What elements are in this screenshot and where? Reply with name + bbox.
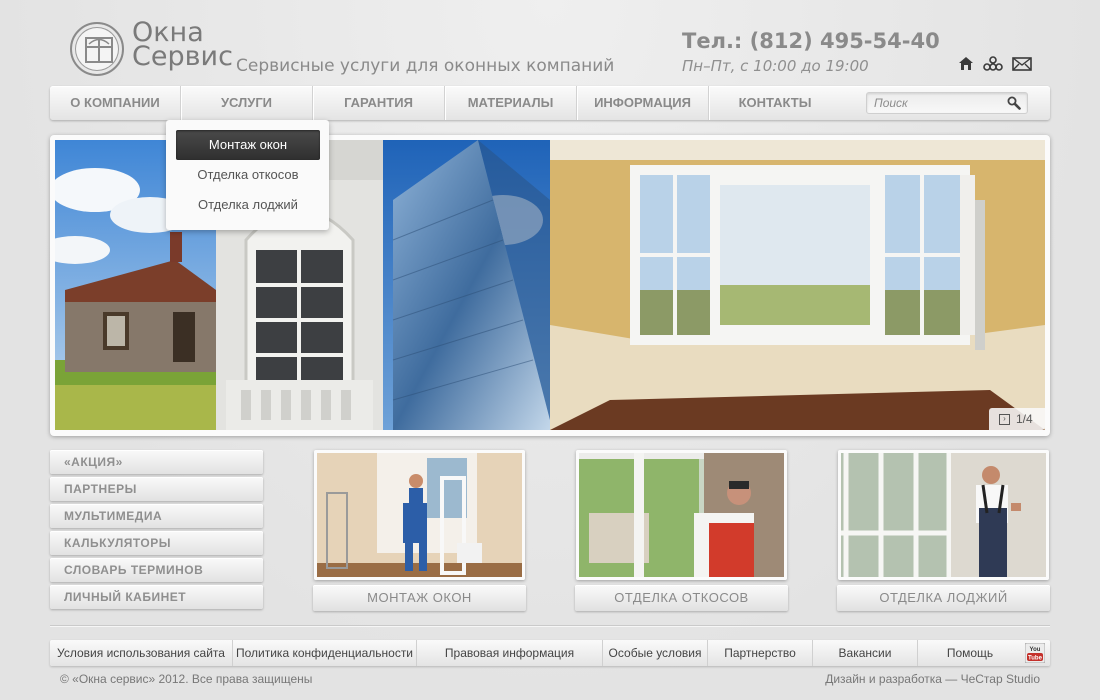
nav-item-contacts[interactable]: Контакты bbox=[709, 86, 841, 120]
working-hours: Пн–Пт, с 10:00 до 19:00 bbox=[682, 57, 869, 75]
slide-image-skyscraper bbox=[383, 140, 550, 430]
svg-text:You: You bbox=[1030, 647, 1041, 653]
developer-credit[interactable]: Дизайн и разработка — ЧеСтар Studio bbox=[825, 672, 1040, 686]
header-icons bbox=[958, 56, 1032, 71]
side-item-glossary[interactable]: Словарь терминов bbox=[50, 558, 263, 582]
dropdown-item-loggia-finishing[interactable]: Отделка лоджий bbox=[176, 190, 320, 220]
footer-link-legal[interactable]: Правовая информация bbox=[417, 640, 603, 666]
slide-image-bay-window-room bbox=[550, 140, 1045, 430]
youtube-icon[interactable]: You Tube bbox=[1024, 642, 1046, 664]
footer-nav: Условия использования сайта Политика кон… bbox=[50, 640, 1050, 666]
main-nav: О компании Услуги Гарантия Материалы Инф… bbox=[50, 86, 1050, 120]
side-item-promo[interactable]: «Акция» bbox=[50, 450, 263, 474]
search-input[interactable] bbox=[867, 93, 997, 113]
side-menu: «Акция» Партнеры Мультимедиа Калькулятор… bbox=[50, 450, 263, 612]
side-item-account[interactable]: Личный кабинет bbox=[50, 585, 263, 609]
home-icon[interactable] bbox=[958, 56, 974, 71]
svg-text:Tube: Tube bbox=[1028, 656, 1043, 662]
services-dropdown: Монтаж окон Отделка откосов Отделка лодж… bbox=[166, 120, 329, 230]
footer-link-partnership[interactable]: Партнерство bbox=[708, 640, 813, 666]
sitemap-icon[interactable] bbox=[983, 56, 1003, 71]
search-box bbox=[866, 92, 1028, 114]
nav-item-warranty[interactable]: Гарантия bbox=[313, 86, 445, 120]
logo-text: Окна Сервис bbox=[132, 19, 233, 72]
photo-window-installation[interactable] bbox=[314, 450, 525, 580]
footer-link-privacy[interactable]: Политика конфиденциальности bbox=[233, 640, 417, 666]
logo[interactable]: Окна Сервис bbox=[70, 19, 233, 80]
card-button-loggias[interactable]: Отделка лоджий bbox=[837, 585, 1050, 611]
service-card-slopes: Отделка откосов bbox=[575, 450, 788, 611]
photo-loggia-finishing[interactable] bbox=[838, 450, 1049, 580]
slide-next-icon[interactable]: › bbox=[999, 413, 1010, 425]
footer-link-vacancies[interactable]: Вакансии bbox=[813, 640, 918, 666]
nav-item-services[interactable]: Услуги bbox=[181, 86, 313, 120]
slide-counter: › 1/4 bbox=[989, 408, 1045, 430]
nav-item-company[interactable]: О компании bbox=[50, 86, 181, 120]
side-item-partners[interactable]: Партнеры bbox=[50, 477, 263, 501]
side-item-calculators[interactable]: Калькуляторы bbox=[50, 531, 263, 555]
copyright: © «Окна сервис» 2012. Все права защищены bbox=[60, 672, 313, 686]
logo-line-2: Сервис bbox=[132, 41, 233, 72]
nav-item-information[interactable]: Информация bbox=[577, 86, 709, 120]
dropdown-item-window-installation[interactable]: Монтаж окон bbox=[176, 130, 320, 160]
footer-link-help[interactable]: Помощь bbox=[918, 640, 1022, 666]
card-button-installation[interactable]: Монтаж окон bbox=[313, 585, 526, 611]
tagline: Сервисные услуги для оконных компаний bbox=[236, 56, 615, 76]
footer-divider bbox=[50, 625, 1050, 627]
service-card-loggias: Отделка лоджий bbox=[837, 450, 1050, 611]
dropdown-item-slope-finishing[interactable]: Отделка откосов bbox=[176, 160, 320, 190]
footer-link-special-terms[interactable]: Особые условия bbox=[603, 640, 708, 666]
mail-icon[interactable] bbox=[1012, 56, 1032, 71]
search-icon[interactable] bbox=[1007, 96, 1021, 115]
nav-item-materials[interactable]: Материалы bbox=[445, 86, 577, 120]
logo-mark-icon bbox=[70, 22, 124, 76]
footer-link-terms[interactable]: Условия использования сайта bbox=[50, 640, 233, 666]
phone-number: Тел.: (812) 495-54-40 bbox=[682, 29, 940, 53]
side-item-multimedia[interactable]: Мультимедиа bbox=[50, 504, 263, 528]
photo-slope-finishing[interactable] bbox=[576, 450, 787, 580]
card-button-slopes[interactable]: Отделка откосов bbox=[575, 585, 788, 611]
slide-counter-text: 1/4 bbox=[1016, 412, 1033, 426]
service-card-installation: Монтаж окон bbox=[313, 450, 526, 611]
